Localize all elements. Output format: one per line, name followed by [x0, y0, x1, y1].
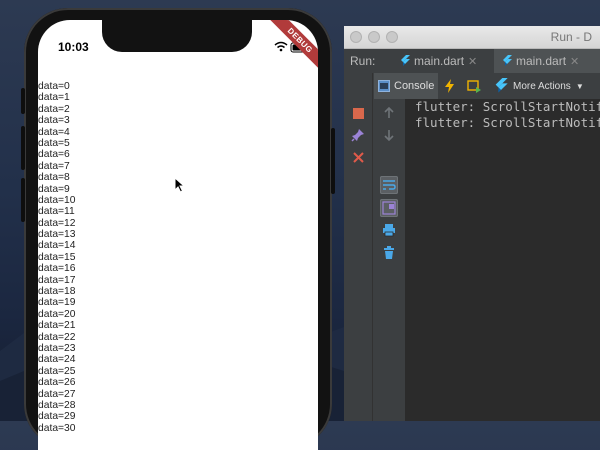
list-item: data=29 — [38, 411, 76, 423]
list-item: data=18 — [38, 286, 76, 298]
scroll-to-end-icon — [382, 201, 396, 215]
side-button — [21, 88, 25, 114]
volume-down-button — [21, 178, 25, 222]
volume-up-button — [21, 126, 25, 170]
wifi-icon — [274, 41, 288, 52]
window-titlebar: Run - D — [344, 26, 600, 49]
list-item: data=4 — [38, 126, 70, 138]
list-item: data=27 — [38, 388, 76, 400]
console-label: Console — [394, 80, 435, 92]
tab-label: main.dart — [516, 54, 567, 68]
list-item: data=20 — [38, 308, 76, 320]
list-item: data=21 — [38, 320, 76, 332]
list-item: data=26 — [38, 377, 76, 389]
list-item: data=25 — [38, 365, 76, 377]
pin-icon — [351, 129, 364, 142]
soft-wrap-icon — [383, 180, 396, 190]
list-item: data=9 — [38, 183, 70, 195]
console-output[interactable]: flutter: ScrollStartNotif flutter: Scroll… — [405, 99, 600, 421]
arrow-up-icon — [384, 107, 394, 118]
scroll-to-end-button[interactable] — [380, 199, 398, 217]
print-button[interactable] — [380, 221, 398, 239]
list-item: data=7 — [38, 160, 70, 172]
pin-button[interactable] — [350, 127, 366, 143]
list-item: data=2 — [38, 103, 70, 115]
list-item: data=3 — [38, 115, 70, 127]
list-item: data=15 — [38, 251, 76, 263]
run-tabs-bar: Run: main.dart ✕ main.dart ✕ — [344, 49, 600, 74]
power-button — [331, 128, 335, 194]
flutter-icon — [503, 55, 512, 66]
list-item: data=13 — [38, 229, 76, 241]
console-icon — [378, 80, 390, 92]
list-item: data=0 — [38, 81, 70, 92]
run-left-rail — [344, 99, 372, 421]
list-item: data=28 — [38, 399, 76, 411]
stop-icon — [352, 107, 364, 119]
hot-restart-icon[interactable] — [466, 78, 482, 94]
list-item: data=19 — [38, 297, 76, 309]
clear-all-button[interactable] — [380, 244, 398, 262]
status-time: 10:03 — [58, 40, 89, 54]
trash-icon — [384, 246, 394, 259]
scroll-down-button[interactable] — [380, 126, 398, 144]
list-item: data=8 — [38, 172, 70, 184]
list-item: data=1 — [38, 92, 70, 104]
phone-screen: 10:03 DEBUG data=0 data=1 data=2 data=3 data… — [38, 20, 318, 450]
tab-label: main.dart — [414, 54, 465, 68]
notch — [102, 20, 252, 52]
run-label: Run: — [350, 54, 376, 68]
close-icon — [352, 151, 364, 163]
list-item: data=12 — [38, 217, 76, 229]
stop-button[interactable] — [350, 105, 366, 121]
close-window-button[interactable] — [350, 31, 362, 43]
list-item: data=5 — [38, 137, 70, 149]
hot-reload-icon[interactable] — [442, 78, 458, 94]
list-item: data=17 — [38, 274, 76, 286]
run-tool-window: Run - D Run: main.dart ✕ main.dart ✕ Con… — [344, 26, 600, 421]
soft-wrap-button[interactable] — [380, 176, 398, 194]
arrow-down-icon — [384, 130, 394, 141]
close-icon[interactable]: ✕ — [570, 55, 579, 68]
list-item: data=10 — [38, 194, 76, 206]
list-item: data=30 — [38, 422, 76, 434]
chevron-down-icon: ▼ — [575, 81, 584, 91]
list-item: data=22 — [38, 331, 76, 343]
scroll-up-button[interactable] — [380, 104, 398, 122]
minimize-window-button[interactable] — [368, 31, 380, 43]
window-title: Run - D — [550, 30, 592, 44]
tab-main-dart-2[interactable]: main.dart ✕ — [494, 49, 600, 73]
console-side-rail — [372, 73, 406, 421]
close-icon[interactable]: ✕ — [468, 55, 477, 68]
zoom-window-button[interactable] — [386, 31, 398, 43]
iphone-simulator: 10:03 DEBUG data=0 data=1 data=2 data=3 data… — [21, 8, 335, 450]
list-item: data=16 — [38, 263, 76, 275]
flutter-icon — [495, 78, 508, 93]
console-line: flutter: ScrollStartNotif — [415, 115, 600, 130]
list-item: data=6 — [38, 149, 70, 161]
mouse-cursor-icon — [174, 177, 186, 193]
tab-main-dart-1[interactable]: main.dart ✕ — [394, 49, 483, 73]
list-item: data=11 — [38, 206, 75, 218]
flutter-icon — [401, 55, 410, 66]
list-item: data=14 — [38, 240, 76, 252]
more-actions-button[interactable]: More Actions ▼ — [494, 78, 584, 94]
data-list[interactable]: data=0 data=1 data=2 data=3 data=4 data=5 data… — [38, 81, 76, 434]
print-icon — [383, 224, 395, 237]
close-tab-button[interactable] — [350, 149, 366, 165]
list-item: data=24 — [38, 354, 76, 366]
more-actions-label: More Actions — [513, 80, 571, 92]
tab-console[interactable]: Console — [374, 73, 438, 99]
list-item: data=23 — [38, 342, 76, 354]
console-line: flutter: ScrollStartNotif — [415, 99, 600, 114]
